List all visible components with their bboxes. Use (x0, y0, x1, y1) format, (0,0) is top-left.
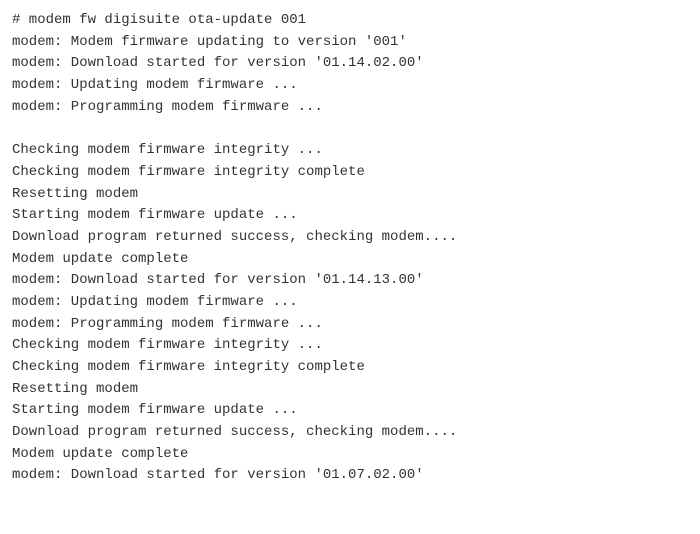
terminal-line: Download program returned success, check… (12, 227, 688, 249)
terminal-line: modem: Updating modem firmware ... (12, 75, 688, 97)
terminal-line: Checking modem firmware integrity ... (12, 140, 688, 162)
terminal-line: modem: Programming modem firmware ... (12, 314, 688, 336)
terminal-line: modem: Download started for version '01.… (12, 53, 688, 75)
terminal-line: # modem fw digisuite ota-update 001 (12, 10, 688, 32)
terminal-line: Checking modem firmware integrity comple… (12, 357, 688, 379)
terminal-line: modem: Download started for version '01.… (12, 270, 688, 292)
terminal-line: Modem update complete (12, 444, 688, 466)
terminal-line: Resetting modem (12, 379, 688, 401)
terminal-line: Checking modem firmware integrity comple… (12, 162, 688, 184)
terminal-line: modem: Download started for version '01.… (12, 465, 688, 487)
terminal-line: modem: Updating modem firmware ... (12, 292, 688, 314)
terminal-empty-line (12, 118, 688, 140)
terminal-line: Resetting modem (12, 184, 688, 206)
terminal-line: Starting modem firmware update ... (12, 400, 688, 422)
terminal-line: modem: Programming modem firmware ... (12, 97, 688, 119)
terminal-line: Checking modem firmware integrity ... (12, 335, 688, 357)
terminal-line: Download program returned success, check… (12, 422, 688, 444)
terminal-line: Modem update complete (12, 249, 688, 271)
terminal-line: modem: Modem firmware updating to versio… (12, 32, 688, 54)
terminal-output: # modem fw digisuite ota-update 001modem… (0, 0, 700, 534)
terminal-line: Starting modem firmware update ... (12, 205, 688, 227)
